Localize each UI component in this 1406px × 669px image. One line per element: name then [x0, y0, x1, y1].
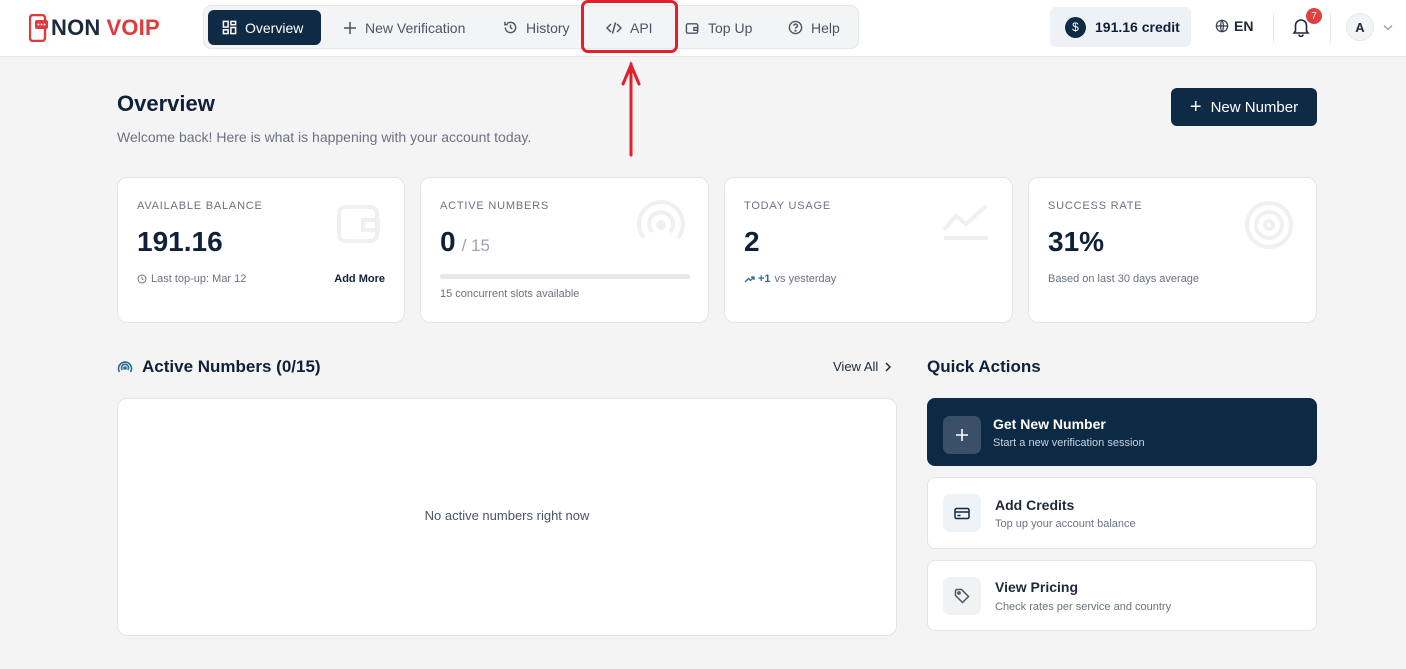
nav-top-up[interactable]: Top Up — [671, 10, 766, 45]
last-topup-text: Last top-up: Mar 12 — [151, 273, 247, 285]
credit-balance[interactable]: $ 191.16 credit — [1050, 7, 1191, 47]
header-divider — [1330, 13, 1331, 43]
target-icon — [1245, 201, 1293, 249]
globe-icon — [1215, 19, 1229, 33]
nav-overview-label: Overview — [245, 19, 304, 36]
main-nav: Overview New Verification History API To… — [203, 5, 859, 49]
phone-logo-icon — [29, 14, 48, 42]
view-all-label: View All — [833, 359, 879, 374]
help-circle-icon — [788, 20, 803, 35]
wallet-icon — [337, 205, 380, 243]
new-number-button[interactable]: + New Number — [1171, 88, 1317, 126]
active-count: 0 — [440, 226, 456, 257]
logo-word-non: NON — [51, 15, 101, 40]
quick-action-title: Get New Number — [993, 416, 1106, 432]
dollar-coin-icon: $ — [1065, 16, 1086, 38]
plus-icon — [943, 416, 981, 454]
notification-badge: 7 — [1306, 8, 1322, 24]
usage-compare-text: vs yesterday — [774, 273, 837, 285]
quick-action-subtitle: Top up your account balance — [995, 518, 1136, 530]
view-all-link[interactable]: View All — [833, 359, 892, 374]
quick-action-view-pricing[interactable]: View Pricing Check rates per service and… — [927, 560, 1317, 631]
annotation-highlight-box — [581, 0, 678, 53]
nav-top-up-label: Top Up — [708, 19, 753, 36]
quick-actions-title: Quick Actions — [927, 357, 1041, 376]
add-more-link[interactable]: Add More — [334, 273, 385, 285]
active-numbers-title: Active Numbers (0/15) — [142, 357, 321, 376]
avatar[interactable]: A — [1346, 13, 1374, 41]
language-label: EN — [1234, 18, 1254, 34]
nav-help-label: Help — [811, 19, 840, 36]
stat-card-active-numbers: ACTIVE NUMBERS 0 / 15 15 concurrent slots… — [420, 177, 709, 323]
logo-word-voip: VOIP — [106, 15, 160, 40]
grid-icon — [222, 20, 237, 35]
active-numbers-progress — [440, 274, 690, 279]
usage-change: +1 — [758, 273, 771, 285]
quick-action-title: View Pricing — [995, 579, 1078, 595]
history-icon — [504, 21, 517, 34]
nav-new-verification-label: New Verification — [365, 19, 466, 36]
active-numbers-heading: Active Numbers (0/15) — [117, 357, 321, 377]
clock-icon — [137, 274, 147, 284]
chevron-down-icon[interactable] — [1383, 24, 1393, 31]
nav-new-verification[interactable]: New Verification — [329, 10, 479, 45]
nav-history[interactable]: History — [489, 10, 584, 45]
nav-help[interactable]: Help — [774, 10, 854, 45]
credit-card-icon — [943, 494, 981, 532]
stat-footnote: Based on last 30 days average — [1048, 273, 1200, 285]
annotation-arrow-icon — [621, 61, 641, 157]
stat-card-balance: AVAILABLE BALANCE 191.16 Last top-up: Ma… — [117, 177, 405, 323]
signal-icon — [637, 200, 685, 240]
header-divider — [1273, 13, 1274, 43]
stat-footnote: 15 concurrent slots available — [440, 288, 580, 300]
empty-state-text: No active numbers right now — [424, 508, 590, 523]
wallet-icon — [685, 22, 699, 34]
quick-action-add-credits[interactable]: Add Credits Top up your account balance — [927, 477, 1317, 549]
quick-action-subtitle: Check rates per service and country — [995, 601, 1172, 613]
language-selector[interactable]: EN — [1215, 18, 1253, 34]
chevron-right-icon — [885, 361, 892, 372]
new-number-label: New Number — [1210, 98, 1299, 116]
logo[interactable]: NON VOIP — [29, 14, 160, 42]
trending-up-icon — [744, 276, 755, 283]
quick-action-get-new-number[interactable]: Get New Number Start a new verification … — [927, 398, 1317, 466]
active-numbers-panel: No active numbers right now — [117, 398, 897, 636]
top-bar: NON VOIP Overview New Verification Histo… — [0, 0, 1406, 57]
chart-line-icon — [942, 204, 988, 240]
stat-label: AVAILABLE BALANCE — [137, 200, 263, 212]
page-title: Overview — [117, 91, 215, 116]
signal-icon — [117, 360, 133, 372]
credit-label: 191.16 credit — [1095, 19, 1180, 35]
stat-label: TODAY USAGE — [744, 200, 832, 212]
stat-value: 31% — [1048, 226, 1105, 257]
stat-value: 2 — [744, 226, 760, 257]
stat-label: ACTIVE NUMBERS — [440, 200, 549, 212]
active-total: / 15 — [461, 236, 490, 255]
stat-value: 191.16 — [137, 226, 223, 257]
stat-footnote: Last top-up: Mar 12 — [137, 273, 246, 285]
stat-card-success-rate: SUCCESS RATE 31% Based on last 30 days a… — [1028, 177, 1317, 323]
stat-card-today-usage: TODAY USAGE 2 +1 vs yesterday — [724, 177, 1013, 323]
plus-icon: + — [1189, 96, 1202, 118]
nav-overview[interactable]: Overview — [208, 10, 321, 45]
plus-icon — [344, 21, 356, 34]
stat-footnote: +1 vs yesterday — [744, 273, 836, 285]
quick-action-title: Add Credits — [995, 497, 1075, 513]
page-subtitle: Welcome back! Here is what is happening … — [117, 129, 532, 145]
tag-icon — [943, 577, 981, 615]
nav-history-label: History — [526, 19, 570, 36]
quick-action-subtitle: Start a new verification session — [993, 437, 1145, 449]
stat-label: SUCCESS RATE — [1048, 200, 1143, 212]
stat-value: 0 / 15 — [440, 226, 490, 258]
